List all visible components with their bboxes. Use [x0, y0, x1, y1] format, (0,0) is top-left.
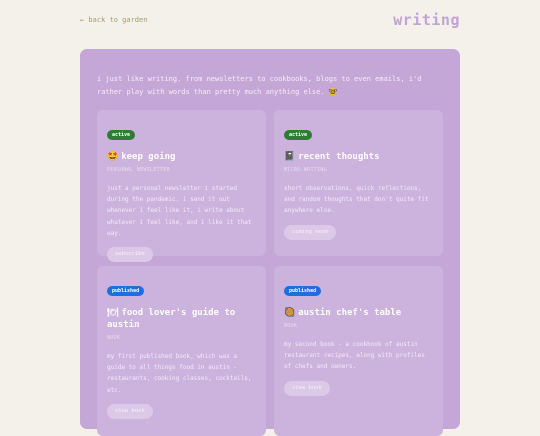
intro-text: i just like writing. from newsletters to…: [97, 75, 422, 96]
status-badge: active: [107, 130, 136, 140]
card-description: my second book - a cookbook of austin re…: [284, 341, 425, 371]
subscribe-button[interactable]: subscribe: [107, 247, 153, 263]
status-badge: published: [107, 286, 145, 296]
food-pan-icon: 🥘: [284, 308, 296, 318]
card-subtitle: BOOK: [284, 323, 298, 329]
notebook-icon: 📓: [284, 152, 296, 162]
back-to-garden-link[interactable]: ← back to garden: [80, 16, 147, 24]
card-recent-thoughts: active 📓 recent thoughts MICRO-WRITING sh…: [274, 110, 443, 256]
card-austin-chefs-table: published 🥘 austin chef's table BOOK my s…: [274, 266, 443, 436]
card-title: 📓 recent thoughts: [284, 151, 433, 163]
star-struck-icon: 🤩: [107, 152, 119, 162]
card-title-text: keep going: [121, 152, 176, 162]
view-book-button[interactable]: view book: [107, 403, 153, 419]
card-title: 🥘 austin chef's table: [284, 307, 433, 319]
card-subtitle: BOOK: [107, 335, 121, 341]
card-description: just a personal newsletter i started dur…: [107, 185, 252, 237]
writing-panel: i just like writing. from newsletters to…: [80, 49, 460, 436]
card-title: 🤩 keep going: [107, 151, 256, 163]
card-title-text: food lover's guide to austin: [107, 308, 236, 330]
card-subtitle: MICRO-WRITING: [284, 167, 328, 173]
card-food-lovers-guide: published 🍽 food lover's guide to austin …: [97, 266, 266, 436]
page-title: writing: [393, 11, 460, 29]
coming-soon-button[interactable]: coming soon: [284, 224, 337, 240]
plate-cutlery-icon: 🍽: [107, 308, 119, 318]
card-description: short observations, quick reflections, a…: [284, 185, 429, 215]
view-book-button[interactable]: view book: [284, 380, 330, 396]
card-description: my first published book, which was a gui…: [107, 353, 252, 394]
card-keep-going: active 🤩 keep going PERSONAL NEWSLETTER j…: [97, 110, 266, 263]
status-badge: published: [284, 286, 322, 296]
status-badge: active: [284, 130, 313, 140]
card-title-text: recent thoughts: [298, 152, 380, 162]
card-subtitle: PERSONAL NEWSLETTER: [107, 167, 170, 173]
card-title: 🍽 food lover's guide to austin: [107, 307, 256, 331]
card-title-text: austin chef's table: [298, 308, 402, 318]
top-bar: ← back to garden writing: [80, 10, 460, 32]
